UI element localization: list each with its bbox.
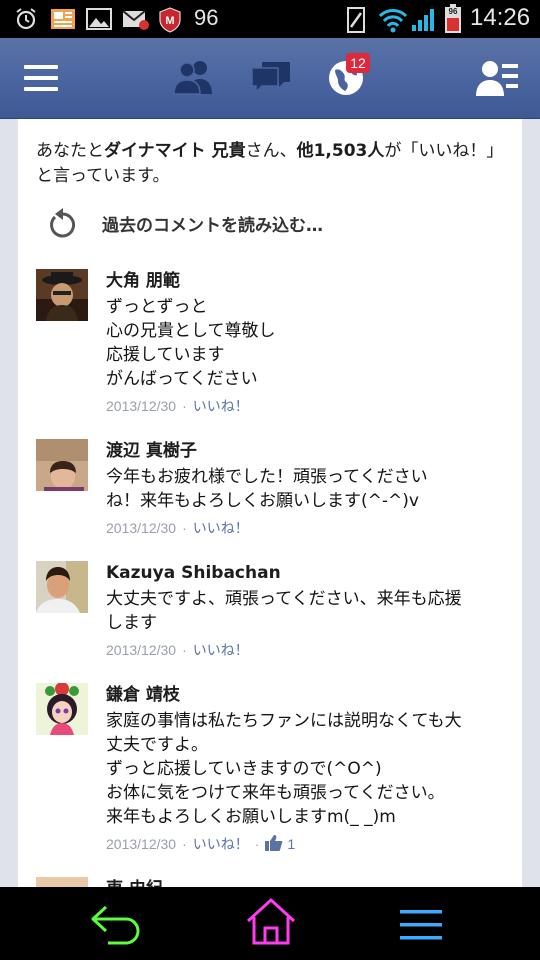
load-previous-label: 過去のコメントを読み込む… [102, 216, 323, 236]
status-bar: M 96 96 14:26 [0, 0, 540, 38]
clock: 14:26 [470, 4, 531, 31]
thumbs-up-icon [265, 835, 283, 851]
avatar[interactable] [36, 269, 88, 321]
mail-icon [122, 10, 149, 30]
menu-icon[interactable] [398, 907, 444, 943]
load-previous-comments[interactable]: 過去のコメントを読み込む… [48, 205, 488, 241]
back-icon[interactable] [88, 903, 146, 945]
likes-count[interactable]: 他1,503人 [297, 141, 385, 161]
like-count[interactable]: 1 [287, 836, 295, 852]
notification-badge: 12 [346, 53, 370, 73]
commenter-name[interactable]: 大角 朋範 [106, 269, 506, 295]
avatar[interactable] [36, 439, 88, 491]
friends-icon[interactable] [172, 58, 216, 96]
battery-level: 96 [448, 7, 458, 16]
comment-meta: 2013/12/30 · いいね！ · 1 [106, 835, 296, 852]
comment-meta: 2013/12/30 · いいね！ [106, 520, 249, 536]
comment-date: 2013/12/30 [106, 398, 177, 414]
comment-meta: 2013/12/30 · いいね！ [106, 642, 249, 658]
likes-middle: さん、 [245, 141, 297, 161]
like-link[interactable]: いいね！ [193, 836, 249, 852]
like-link[interactable]: いいね！ [193, 642, 249, 658]
refresh-icon [50, 208, 76, 238]
avatar[interactable] [36, 683, 88, 735]
like-link[interactable]: いいね！ [193, 520, 249, 536]
notification-count: 96 [194, 5, 219, 30]
comment-meta: 2013/12/30 · いいね！ [106, 398, 249, 414]
svg-text:M: M [165, 15, 174, 27]
comment-date: 2013/12/30 [106, 642, 177, 658]
alarm-icon [16, 8, 36, 30]
comments-card: あなたとダイナマイト 兄貴さん、他1,503人が「いいね！」と言っています。 過… [18, 119, 522, 887]
comment-date: 2013/12/30 [106, 836, 177, 852]
comment-text: 家庭の事情は私たちファンには説明なくても大 丈夫ですよ。 ずっと応援していきます… [106, 711, 462, 827]
avatar[interactable] [36, 561, 88, 613]
nfc-icon [347, 7, 365, 33]
comment-text: 大丈夫ですよ、頑張ってください、来年も応援 します [106, 589, 462, 633]
likes-name[interactable]: ダイナマイト 兄貴 [104, 141, 246, 161]
messages-icon[interactable] [250, 58, 292, 96]
likes-prefix: あなたと [36, 141, 104, 161]
news-icon [51, 9, 75, 29]
home-icon[interactable] [244, 897, 298, 945]
menu-icon[interactable] [22, 62, 60, 94]
signal-icon [412, 9, 434, 31]
android-nav-bar [0, 887, 540, 960]
friend-list-icon[interactable] [476, 58, 520, 98]
commenter-name[interactable]: Kazuya Shibachan [106, 561, 506, 587]
facebook-header: 12 [0, 38, 540, 119]
commenter-name[interactable]: 東 史紀 [106, 877, 506, 887]
likes-summary[interactable]: あなたとダイナマイト 兄貴さん、他1,503人が「いいね！」と言っています。 [36, 139, 496, 189]
commenter-name[interactable]: 鎌倉 靖枝 [106, 683, 506, 709]
comment-text: 今年もお疲れ様でした！頑張ってください ね！来年もよろしくお願いします(^-^)… [106, 467, 428, 511]
wifi-icon [378, 9, 408, 33]
comment-date: 2013/12/30 [106, 520, 177, 536]
commenter-name[interactable]: 渡辺 真樹子 [106, 439, 506, 465]
comment-text: ずっとずっと 心の兄貴として尊敬し 応援しています がんばってください [106, 297, 276, 389]
mcafee-icon: M [159, 7, 181, 33]
like-link[interactable]: いいね！ [193, 398, 249, 414]
gallery-icon [86, 8, 112, 30]
content-area: あなたとダイナマイト 兄貴さん、他1,503人が「いいね！」と言っています。 過… [0, 119, 540, 887]
avatar[interactable] [36, 877, 88, 887]
